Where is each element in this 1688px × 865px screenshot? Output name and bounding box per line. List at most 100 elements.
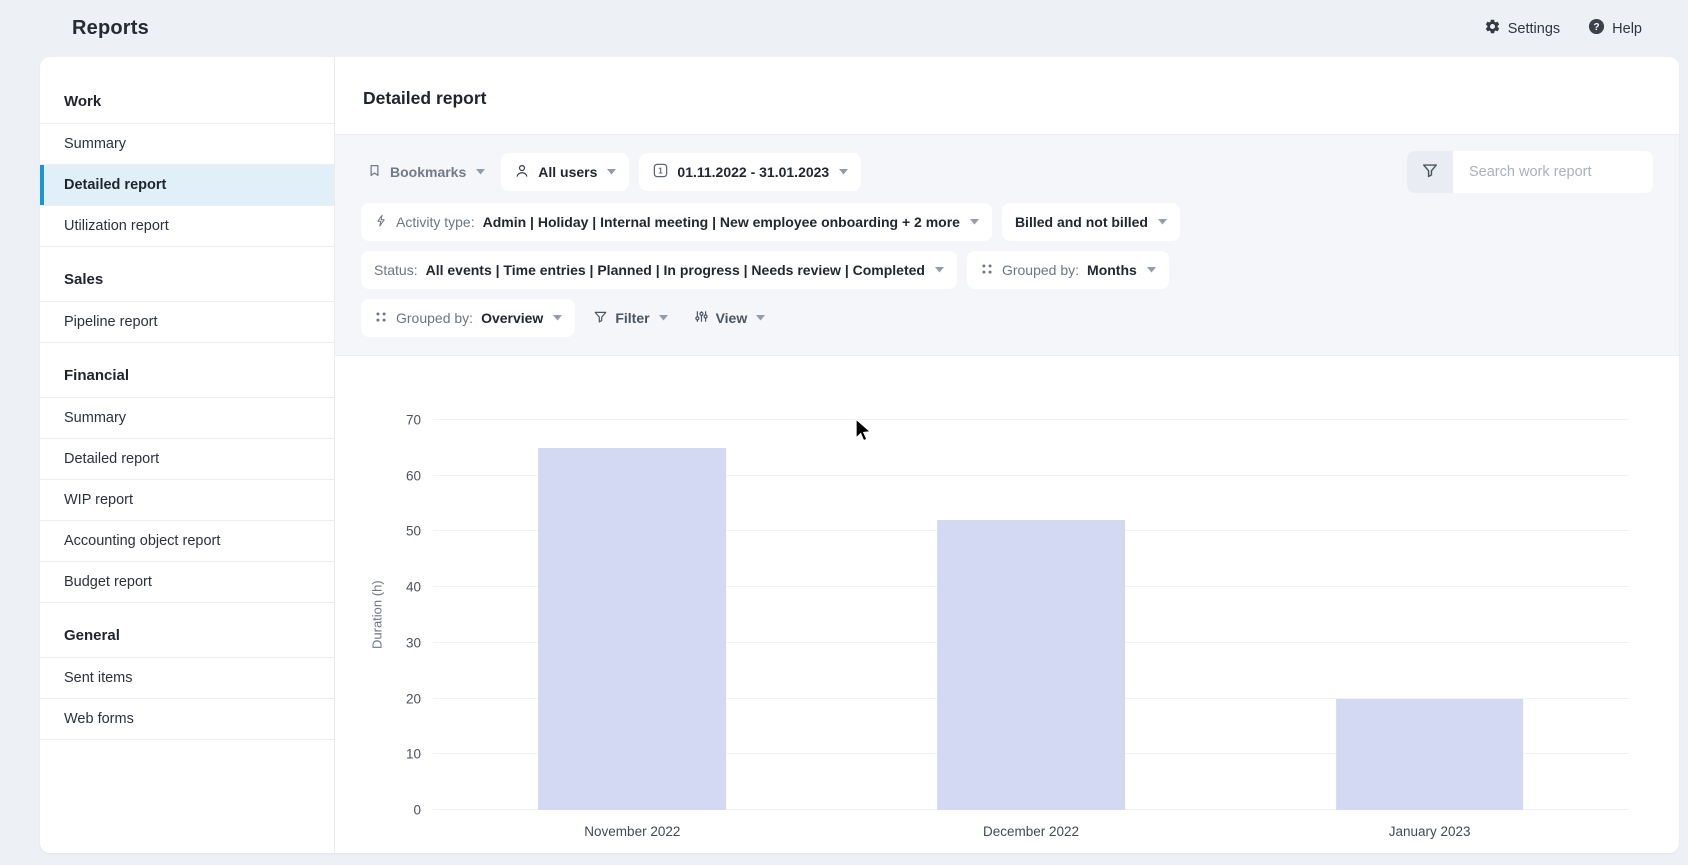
grouped-by-label: Grouped by:	[1001, 262, 1080, 278]
settings-label: Settings	[1507, 20, 1561, 37]
y-tick-label: 0	[413, 802, 421, 818]
sidebar-item-detailed-report[interactable]: Detailed report	[40, 165, 334, 206]
chevron-down-icon	[934, 267, 944, 273]
bookmarks-label: Bookmarks	[390, 164, 467, 180]
chevron-down-icon	[658, 315, 668, 321]
sidebar-item-label: Summary	[64, 410, 127, 426]
main-panel: Detailed report Bookmarks All users 1 01…	[335, 57, 1679, 853]
sidebar-item-summary[interactable]: Summary	[40, 124, 334, 165]
activity-type-label: Activity type:	[396, 214, 475, 230]
view-button-label: View	[715, 310, 748, 326]
sidebar-item-label: Accounting object report	[64, 533, 221, 549]
billing-filter-value: Billed and not billed	[1014, 214, 1148, 230]
chart-bar-3[interactable]	[1335, 698, 1524, 810]
sidebar-item-wip-report[interactable]: WIP report	[40, 480, 334, 521]
status-label: Status:	[374, 262, 418, 278]
bookmarks-dropdown[interactable]: Bookmarks	[361, 153, 491, 191]
sidebar-item-pipeline-report[interactable]: Pipeline report	[40, 302, 334, 343]
chart-area: Duration (h) 0 10 20 30 40 50 60 70 November 20…	[335, 356, 1679, 853]
grouped-by-months-value: Months	[1087, 262, 1137, 278]
search-filter-button[interactable]	[1407, 151, 1453, 193]
y-tick-label: 20	[405, 691, 421, 707]
grid-dots-icon	[374, 310, 388, 327]
sidebar-item-label: Utilization report	[64, 218, 169, 234]
date-range-filter[interactable]: 1 01.11.2022 - 31.01.2023	[639, 153, 862, 191]
chevron-down-icon	[607, 169, 617, 175]
x-axis-label: January 2023	[1388, 824, 1471, 839]
sidebar-item-utilization-report[interactable]: Utilization report	[40, 206, 334, 247]
sidebar-item-label: Budget report	[64, 574, 152, 590]
grouped-by-months-filter[interactable]: Grouped by: Months	[966, 251, 1169, 289]
sliders-icon	[694, 309, 709, 327]
calendar-icon: 1	[652, 162, 669, 182]
y-axis-title: Duration (h)	[369, 580, 385, 650]
sidebar-item-label: Detailed report	[64, 451, 160, 467]
filter-button-label: Filter	[615, 310, 650, 326]
sidebar-item-label: Web forms	[64, 711, 134, 727]
chevron-down-icon	[553, 315, 563, 321]
main-title-row: Detailed report	[335, 57, 1679, 134]
sidebar-item-label: Sent items	[64, 670, 133, 686]
search-input[interactable]	[1453, 151, 1653, 193]
filter-row-2: Activity type: Admin | Holiday | Interna…	[361, 203, 1653, 241]
help-button[interactable]: ? Help	[1588, 18, 1642, 39]
person-icon	[514, 163, 530, 182]
sidebar-item-budget-report[interactable]: Budget report	[40, 562, 334, 603]
svg-text:?: ?	[1594, 22, 1600, 33]
sidebar-item-label: WIP report	[64, 492, 134, 508]
chart-bar-1[interactable]	[538, 447, 727, 810]
grouped-by-label: Grouped by:	[396, 310, 474, 326]
y-tick-label: 40	[405, 579, 421, 595]
sidebar-section-heading: Sales	[40, 247, 334, 302]
sidebar-item-label: Detailed report	[64, 177, 167, 193]
sidebar-item-label: Pipeline report	[64, 314, 158, 330]
sidebar-item-detailed-report[interactable]: Detailed report	[40, 439, 334, 480]
sidebar-section-heading: Financial	[40, 343, 334, 398]
x-axis-label: November 2022	[584, 824, 681, 839]
bar-chart: Duration (h) 0 10 20 30 40 50 60 70 November 20…	[365, 413, 1629, 839]
filter-button[interactable]: Filter	[585, 299, 675, 337]
bookmark-icon	[367, 163, 382, 181]
settings-button[interactable]: Settings	[1484, 18, 1560, 39]
grouped-by-overview-filter[interactable]: Grouped by: Overview	[361, 299, 576, 337]
chevron-down-icon	[756, 315, 766, 321]
sidebar-item-sent-items[interactable]: Sent items	[40, 658, 334, 699]
filter-panel: Bookmarks All users 1 01.11.2022 - 31.01…	[335, 134, 1679, 356]
chevron-down-icon	[969, 219, 979, 225]
sidebar-item-summary[interactable]: Summary	[40, 398, 334, 439]
sidebar-section-heading: Work	[40, 67, 334, 124]
sidebar-item-accounting-object-report[interactable]: Accounting object report	[40, 521, 334, 562]
activity-type-filter[interactable]: Activity type: Admin | Holiday | Interna…	[361, 203, 992, 241]
plot-area: November 2022 December 2022 January 2023	[433, 419, 1629, 839]
lightning-icon	[374, 213, 388, 231]
grid-dots-icon	[980, 262, 994, 279]
status-value: All events | Time entries | Planned | In…	[425, 262, 925, 278]
users-filter[interactable]: All users	[501, 153, 630, 191]
date-range-value: 01.11.2022 - 31.01.2023	[677, 164, 830, 180]
filter-row-1: Bookmarks All users 1 01.11.2022 - 31.01…	[361, 151, 1653, 193]
chart-bar-2[interactable]	[937, 520, 1125, 810]
x-axis-label: December 2022	[982, 824, 1080, 839]
y-tick-label: 70	[405, 412, 421, 428]
gear-icon	[1484, 18, 1501, 39]
status-filter[interactable]: Status: All events | Time entries | Plan…	[361, 251, 957, 289]
y-tick-label: 30	[405, 635, 421, 651]
filter-row-4: Grouped by: Overview Filter View	[361, 299, 1653, 337]
sidebar-item-web-forms[interactable]: Web forms	[40, 699, 334, 740]
funnel-icon	[1421, 161, 1439, 184]
grouped-by-overview-value: Overview	[481, 310, 544, 326]
y-axis: 0 10 20 30 40 50 60 70	[389, 413, 433, 818]
view-button[interactable]: View	[686, 299, 774, 337]
users-filter-value: All users	[538, 164, 598, 180]
y-tick-label: 50	[405, 523, 421, 539]
chevron-down-icon	[1146, 267, 1156, 273]
help-label: Help	[1612, 20, 1642, 37]
y-tick-label: 60	[405, 468, 421, 484]
sidebar-section-heading: General	[40, 603, 334, 658]
chevron-down-icon	[476, 169, 486, 175]
top-header: Reports Settings ? Help	[0, 0, 1688, 57]
help-icon: ?	[1588, 18, 1605, 39]
search-group	[1407, 151, 1653, 193]
billing-filter[interactable]: Billed and not billed	[1001, 203, 1180, 241]
activity-type-value: Admin | Holiday | Internal meeting | New…	[482, 214, 960, 230]
